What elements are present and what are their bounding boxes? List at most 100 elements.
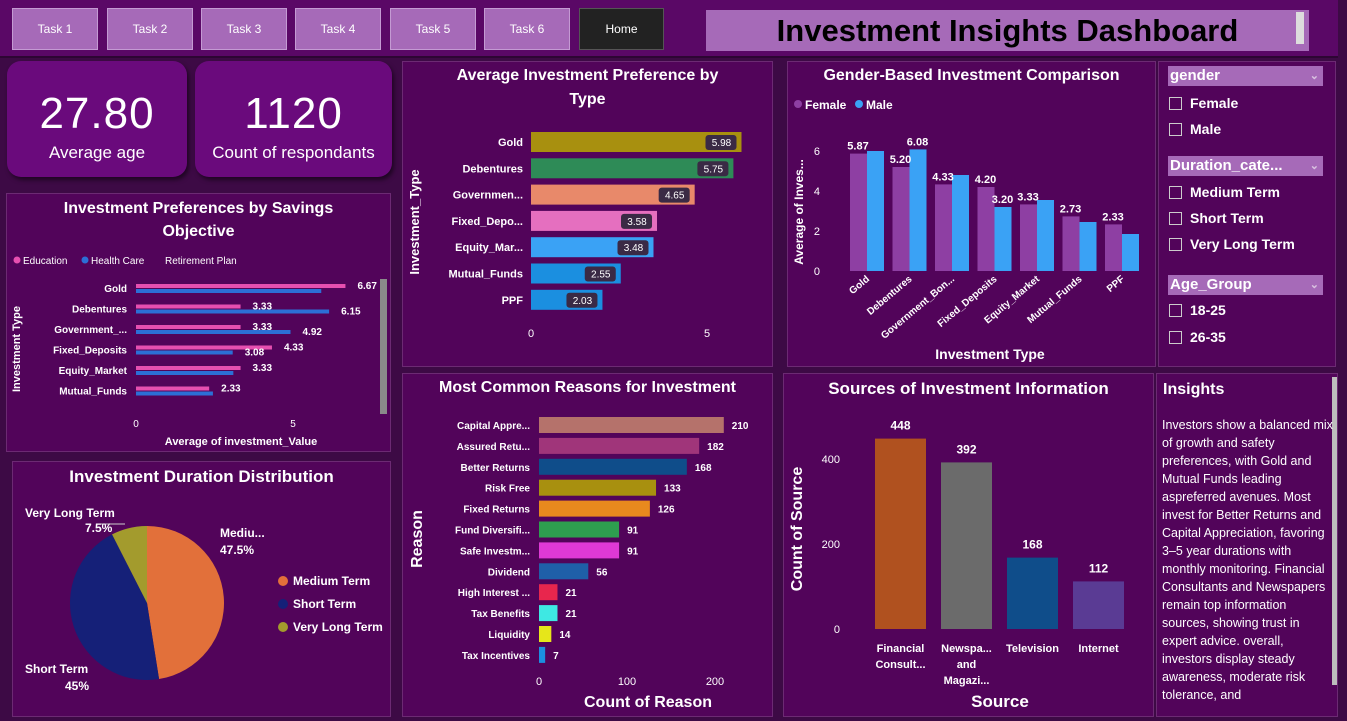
- savings-category-label: Equity_Market: [59, 366, 128, 377]
- task-5-button[interactable]: Task 5: [390, 8, 476, 50]
- savings-bar-health-care: [136, 391, 213, 396]
- gender-bar-male: [1079, 222, 1097, 271]
- legend-medium-dot: [278, 576, 288, 586]
- reasons-bar: [539, 584, 558, 601]
- slicer-option-26-35[interactable]: 26-35: [1169, 329, 1226, 345]
- pie-label-short-pct: 45%: [65, 679, 89, 693]
- task-6-button[interactable]: Task 6: [484, 8, 570, 50]
- legend-education-dot: [13, 256, 21, 264]
- reasons-data-label: 133: [664, 484, 681, 495]
- savings-scrollbar: [380, 279, 387, 414]
- checkbox-icon[interactable]: [1169, 303, 1182, 317]
- slicer-option-label: Medium Term: [1190, 184, 1280, 200]
- reasons-category-label: Better Returns: [461, 463, 531, 474]
- slicer-option-male[interactable]: Male: [1169, 121, 1221, 137]
- pie-label-medium-pct: 47.5%: [220, 543, 254, 557]
- reasons-panel: Most Common Reasons for Investment Reaso…: [402, 373, 773, 717]
- reasons-x-axis-label: Count of Reason: [584, 694, 712, 711]
- task-1-button[interactable]: Task 1: [12, 8, 98, 50]
- slicer-option-female[interactable]: Female: [1169, 95, 1238, 111]
- savings-bar-education: [136, 386, 210, 391]
- slicer-option-label: Short Term: [1190, 210, 1264, 226]
- title-scrollbar[interactable]: [1296, 12, 1304, 44]
- gender-plot-area: 5.87Gold5.20Debentures4.33Government_Bon…: [847, 136, 1139, 342]
- reasons-data-label: 14: [559, 630, 571, 641]
- pref-data-label: 5.98: [712, 138, 732, 149]
- legend-vlt-dot: [278, 622, 288, 632]
- task-3-button[interactable]: Task 3: [201, 8, 287, 50]
- reasons-tick-0: 0: [536, 676, 542, 688]
- chevron-down-icon[interactable]: ⌄: [1310, 275, 1319, 295]
- duration-slicer-header[interactable]: Duration_cate... ⌄: [1168, 156, 1323, 176]
- reasons-category-label: Assured Retu...: [457, 442, 531, 453]
- slicer-option-medium-term[interactable]: Medium Term: [1169, 184, 1280, 200]
- gender-slicer-header[interactable]: gender ⌄: [1168, 66, 1323, 86]
- reasons-category-label: Fixed Returns: [463, 505, 530, 516]
- legend-health-care-dot: [81, 256, 89, 264]
- sources-category-label: Internet: [1078, 643, 1119, 655]
- slicer-option-short-term[interactable]: Short Term: [1169, 210, 1264, 226]
- slicer-option-label: 26-35: [1190, 329, 1226, 345]
- reasons-bar: [539, 500, 650, 517]
- task-4-button[interactable]: Task 4: [295, 8, 381, 50]
- pie-slices: [69, 526, 224, 680]
- sources-category-label: Television: [1006, 643, 1059, 655]
- gender-x-axis-label: Investment Type: [935, 346, 1045, 362]
- legend-male: Male: [866, 98, 893, 112]
- gender-bar-female: [935, 184, 952, 271]
- gender-female-label: 5.87: [847, 141, 868, 153]
- savings-bar-education: [136, 325, 241, 329]
- savings-data-label: 3.33: [253, 302, 273, 313]
- pref-data-label: 3.48: [624, 243, 644, 254]
- savings-data-label: 3.33: [253, 363, 273, 374]
- insights-title: Insights: [1163, 381, 1225, 398]
- duration-slicer-title: Duration_cate...: [1170, 157, 1283, 174]
- savings-bar-health-care: [136, 289, 322, 293]
- gender-bar-female: [892, 167, 910, 271]
- reasons-category-label: Liquidity: [488, 630, 530, 641]
- checkbox-icon[interactable]: [1169, 237, 1182, 251]
- legend-medium-term: Medium Term: [293, 574, 370, 588]
- checkbox-icon[interactable]: [1169, 185, 1182, 199]
- age-slicer-header[interactable]: Age_Group ⌄: [1168, 275, 1323, 295]
- home-button[interactable]: Home: [579, 8, 664, 50]
- task-2-button[interactable]: Task 2: [107, 8, 193, 50]
- chevron-down-icon[interactable]: ⌄: [1310, 156, 1319, 176]
- reasons-bar: [539, 605, 558, 622]
- reasons-data-label: 21: [565, 588, 577, 599]
- savings-data-label: 6.67: [357, 281, 377, 292]
- gender-female-label: 3.33: [1017, 191, 1038, 203]
- legend-female: Female: [805, 98, 847, 112]
- slicer-option-very-long-term[interactable]: Very Long Term: [1169, 236, 1295, 252]
- legend-health-care: Health Care: [91, 256, 145, 267]
- legend-short-dot: [278, 599, 288, 609]
- sources-x-axis-label: Source: [971, 692, 1029, 711]
- reasons-category-label: Safe Investm...: [460, 546, 530, 557]
- pref-tick-5: 5: [704, 328, 710, 340]
- sources-category-label: Magazi...: [944, 675, 990, 687]
- average-age-value: 27.80: [39, 89, 155, 138]
- duration-panel: Investment Duration Distribution Very Lo…: [12, 461, 391, 717]
- checkbox-icon[interactable]: [1169, 211, 1182, 225]
- gender-male-label: 3.20: [992, 194, 1013, 206]
- gender-bar-male: [994, 207, 1012, 271]
- slicer-option-18-25[interactable]: 18-25: [1169, 302, 1226, 318]
- gender-slicer-title: gender: [1170, 67, 1221, 84]
- sources-bar: [875, 438, 926, 629]
- pie-label-medium-name: Mediu...: [220, 526, 265, 540]
- sources-y-axis-label: Count of Source: [789, 467, 806, 592]
- gender-bar-male: [1122, 234, 1139, 271]
- gender-category-label: Government_Bon...: [879, 274, 957, 342]
- legend-male-dot: [855, 100, 863, 108]
- gender-male-label: 6.08: [907, 136, 928, 148]
- reasons-category-label: Fund Diversifi...: [455, 526, 530, 537]
- checkbox-icon[interactable]: [1169, 96, 1182, 110]
- legend-short-term: Short Term: [293, 597, 356, 611]
- reasons-data-label: 168: [695, 463, 712, 474]
- gender-category-label: PPF: [1105, 274, 1127, 295]
- checkbox-icon[interactable]: [1169, 330, 1182, 344]
- checkbox-icon[interactable]: [1169, 122, 1182, 136]
- gender-bar-female: [1020, 204, 1037, 271]
- gender-bar-chart: Female Male Average of Inves... 0 2 4 6 …: [792, 98, 1139, 362]
- chevron-down-icon[interactable]: ⌄: [1310, 66, 1319, 86]
